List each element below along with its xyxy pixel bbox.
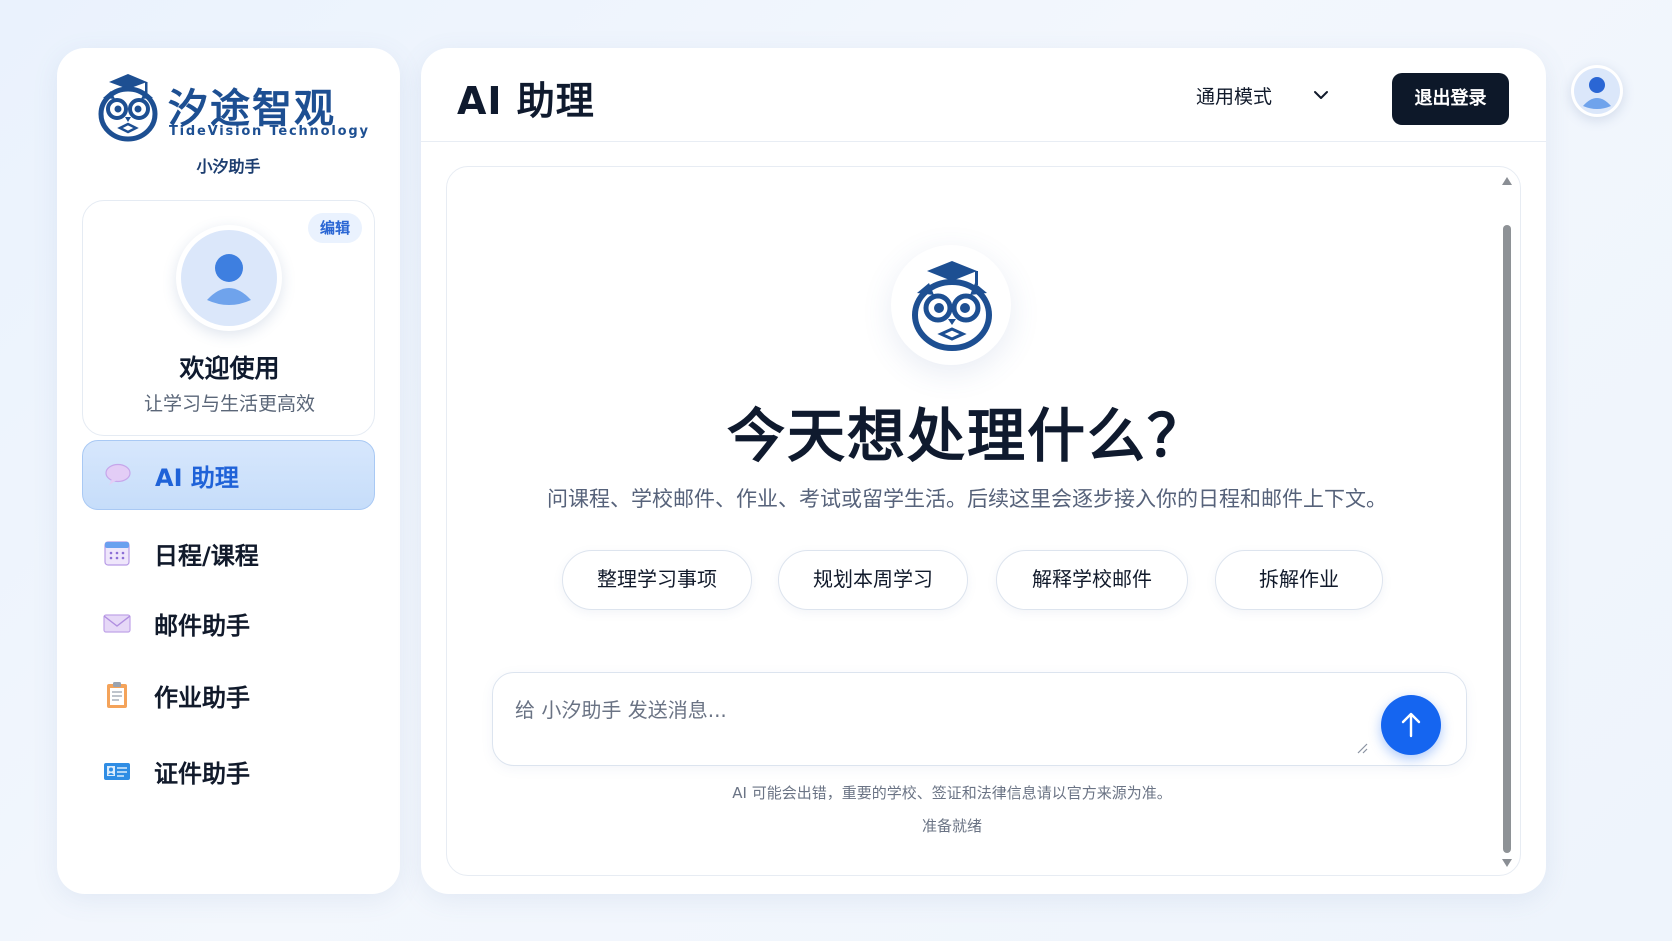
- sidebar-item-label: 日程/课程: [154, 541, 259, 570]
- envelope-icon: [103, 614, 131, 633]
- arrow-up-icon: [1401, 712, 1421, 738]
- scroll-up-arrow-icon[interactable]: [1502, 177, 1512, 185]
- mode-selector-label: 通用模式: [1196, 85, 1273, 108]
- app-window: 汐途智观 TideVision Technology 小汐助手 编辑 欢迎使用 …: [0, 0, 1672, 941]
- ai-disclaimer: AI 可能会出错，重要的学校、签证和法律信息请以官方来源为准。: [732, 784, 1172, 802]
- message-input[interactable]: [515, 693, 1295, 727]
- sidebar-item-documents[interactable]: 证件助手: [82, 736, 375, 806]
- welcome-subtitle: 让学习与生活更高效: [143, 393, 315, 415]
- account-avatar-button[interactable]: [1571, 65, 1623, 117]
- suggestion-chip[interactable]: 拆解作业: [1215, 550, 1383, 610]
- top-bar: AI 助理 通用模式 退出登录: [421, 48, 1546, 142]
- sidebar-item-schedule[interactable]: 日程/课程: [82, 518, 375, 588]
- welcome-title: 欢迎使用: [179, 354, 280, 383]
- main-panel: AI 助理 通用模式 退出登录 今天想处理什么？ 问课程、学校邮件、作业、考试或…: [421, 48, 1546, 894]
- user-avatar-icon: [1574, 68, 1620, 114]
- clipboard-icon: [107, 682, 127, 708]
- owl-mascot-icon: [912, 261, 992, 351]
- status-text: 准备就绪: [921, 817, 982, 835]
- hero-subtitle: 问课程、学校邮件、作业、考试或留学生活。后续这里会逐步接入你的日程和邮件上下文。: [547, 487, 1387, 511]
- user-avatar-icon: [181, 230, 277, 326]
- assistant-name: 小汐助手: [196, 157, 261, 176]
- chat-area: 今天想处理什么？ 问课程、学校邮件、作业、考试或留学生活。后续这里会逐步接入你的…: [446, 166, 1521, 876]
- suggestion-chip[interactable]: 整理学习事项: [562, 550, 752, 610]
- chat-bubble-icon: [105, 463, 131, 485]
- chevron-down-icon: [1314, 91, 1329, 99]
- sidebar-item-label: 邮件助手: [154, 611, 250, 640]
- hero-title: 今天想处理什么？: [726, 402, 1207, 470]
- brand-tagline: TideVision Technology: [169, 124, 370, 139]
- owl-logo-icon: [98, 74, 158, 142]
- mode-selector[interactable]: 通用模式: [1196, 78, 1330, 112]
- brand-logo[interactable]: 汐途智观 TideVision Technology: [95, 72, 368, 144]
- sidebar-item-homework[interactable]: 作业助手: [82, 660, 375, 730]
- scrollbar-thumb[interactable]: [1503, 225, 1511, 853]
- logout-button[interactable]: 退出登录: [1392, 73, 1509, 125]
- assistant-avatar: [891, 245, 1011, 365]
- profile-avatar[interactable]: [176, 225, 282, 331]
- calendar-icon: [104, 541, 130, 566]
- sidebar-item-label: 证件助手: [154, 759, 250, 788]
- scroll-down-arrow-icon[interactable]: [1502, 859, 1512, 867]
- sidebar-item-email[interactable]: 邮件助手: [82, 588, 375, 658]
- profile-card: 编辑 欢迎使用 让学习与生活更高效: [82, 200, 375, 436]
- sidebar: 汐途智观 TideVision Technology 小汐助手 编辑 欢迎使用 …: [57, 48, 400, 894]
- page-title: AI 助理: [457, 79, 595, 123]
- edit-profile-button[interactable]: 编辑: [308, 213, 362, 243]
- scrollbar[interactable]: [1501, 177, 1513, 867]
- send-button[interactable]: [1381, 695, 1441, 755]
- sidebar-item-ai-assistant[interactable]: AI 助理: [82, 440, 375, 510]
- sidebar-item-label: AI 助理: [155, 463, 239, 492]
- resize-handle-icon[interactable]: [1355, 741, 1369, 755]
- suggestion-chip[interactable]: 解释学校邮件: [996, 550, 1188, 610]
- sidebar-item-label: 作业助手: [154, 683, 250, 712]
- suggestion-chip[interactable]: 规划本周学习: [778, 550, 968, 610]
- message-composer: [492, 672, 1467, 766]
- id-card-icon: [104, 763, 130, 780]
